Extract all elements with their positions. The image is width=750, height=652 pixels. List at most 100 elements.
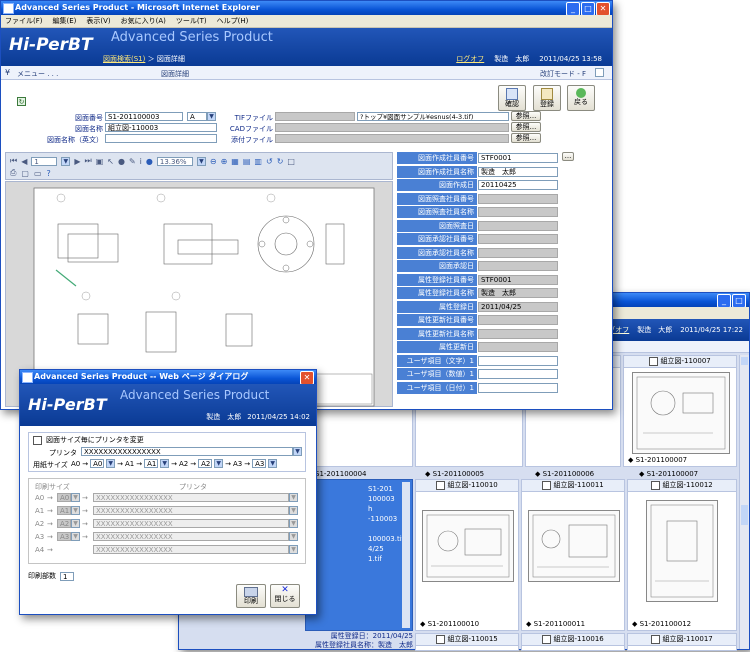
refresh-icon[interactable]: ↻: [17, 97, 26, 106]
fullscreen-icon[interactable]: □: [287, 157, 295, 166]
menu-tools[interactable]: ツール(T): [176, 16, 207, 26]
tif-browse-button[interactable]: 参照...: [511, 111, 541, 121]
tif-path-field[interactable]: ?トップ¥図面サンプル¥esnus(4-3.tif): [357, 112, 509, 121]
drawing-thumbnail[interactable]: [646, 500, 718, 602]
maximize-icon[interactable]: □: [732, 294, 746, 308]
paper-a3-select[interactable]: A3: [252, 459, 267, 468]
chevron-down-icon[interactable]: ▼: [160, 459, 170, 468]
minimize-icon[interactable]: _: [717, 294, 731, 308]
drawing-thumbnail[interactable]: [632, 372, 730, 454]
close-icon[interactable]: ✕: [596, 2, 610, 16]
next-page-icon[interactable]: ▶: [74, 157, 80, 166]
menu-favorites[interactable]: お気に入り(A): [121, 16, 166, 26]
breadcrumb-link[interactable]: 図面検索(S1): [103, 55, 145, 63]
selected-item-detail[interactable]: S1-201 100003 h -110003 100003.tif 4/25 …: [305, 479, 413, 631]
info-icon[interactable]: i: [140, 157, 142, 166]
drawing-thumbnail[interactable]: [422, 510, 514, 582]
zoom-field[interactable]: 13.36%: [156, 156, 193, 166]
page-number-field[interactable]: 1: [31, 156, 58, 166]
menu-file[interactable]: ファイル(F): [5, 16, 43, 26]
attribute-value[interactable]: [478, 382, 558, 393]
chevron-down-icon[interactable]: ▼: [207, 112, 216, 121]
attach-browse-button[interactable]: 参照...: [511, 133, 541, 143]
cell-checkbox[interactable]: [542, 634, 552, 644]
pen-icon[interactable]: ✎: [129, 157, 136, 166]
last-page-icon[interactable]: ⏭: [85, 156, 92, 166]
preview-icon[interactable]: ▢: [21, 169, 29, 178]
cell-checkbox[interactable]: [436, 634, 446, 644]
thumbnail-cell[interactable]: 組立図-110011 ◆ S1-201100011: [521, 479, 625, 631]
paper-a2-select[interactable]: A2: [198, 459, 213, 468]
dialog-titlebar[interactable]: Advanced Series Product -- Web ページ ダイアログ: [20, 370, 316, 384]
pointer-icon[interactable]: ↖: [107, 157, 114, 166]
chevron-down-icon[interactable]: ▼: [293, 447, 302, 456]
detail-scrollbar[interactable]: [402, 482, 410, 628]
menu-edit[interactable]: 編集(E): [53, 16, 77, 26]
thumbnail-cell[interactable]: 組立図-110016: [521, 633, 625, 651]
minimize-icon[interactable]: _: [566, 2, 580, 16]
fit-width-icon[interactable]: ▤: [243, 157, 251, 166]
logout-link[interactable]: ログオフ: [456, 54, 484, 64]
attribute-value[interactable]: STF0001: [478, 153, 558, 163]
first-page-icon[interactable]: ⏮: [10, 156, 17, 166]
drawing-thumbnail[interactable]: [528, 510, 620, 582]
menu-toggle-label[interactable]: メニュー . . .: [17, 69, 58, 79]
change-printer-option[interactable]: 図面サイズ毎にプリンタを変更: [33, 435, 144, 445]
help-icon[interactable]: ?: [47, 169, 51, 178]
main-titlebar[interactable]: Advanced Series Product - Microsoft Inte…: [1, 1, 612, 15]
chevron-down-icon[interactable]: ▼: [61, 156, 71, 166]
cad-browse-button[interactable]: 参照...: [511, 122, 541, 132]
close-button[interactable]: ✕ 閉じる: [270, 584, 300, 608]
paper-a0-select[interactable]: A0: [90, 459, 105, 468]
zoom-icon[interactable]: ●: [146, 157, 153, 166]
cell-checkbox[interactable]: [651, 480, 661, 490]
vertical-scrollbar[interactable]: [739, 355, 749, 649]
register-button[interactable]: 登録: [533, 85, 561, 111]
attribute-value[interactable]: 20110425: [478, 180, 558, 190]
drawing-name-field[interactable]: 組立図-110003: [105, 123, 217, 132]
zoom-in-icon[interactable]: ⊕: [221, 157, 228, 166]
rotate-right-icon[interactable]: ↻: [277, 157, 284, 166]
rotate-left-icon[interactable]: ↺: [266, 157, 273, 166]
print-icon[interactable]: ⎙: [10, 168, 16, 178]
print-button[interactable]: 印刷: [236, 584, 266, 608]
chevron-down-icon[interactable]: ▼: [268, 459, 278, 468]
chevron-down-icon[interactable]: ▼: [214, 459, 224, 468]
save-icon[interactable]: ▣: [96, 157, 104, 166]
revision-select[interactable]: A: [187, 112, 207, 121]
thumbnail-cell[interactable]: 組立図-110015: [415, 633, 519, 651]
attribute-value[interactable]: [478, 355, 558, 366]
thumbnail-cell[interactable]: 組立図-110017: [627, 633, 737, 651]
chevron-down-icon[interactable]: ▼: [106, 459, 116, 468]
menu-view[interactable]: 表示(V): [86, 16, 110, 26]
fit-page-icon[interactable]: ▦: [231, 157, 239, 166]
drawing-name-en-field[interactable]: [105, 134, 217, 143]
change-printer-checkbox[interactable]: [33, 435, 42, 445]
mode-icon[interactable]: [595, 68, 604, 77]
chevron-down-icon[interactable]: ▼: [196, 156, 206, 166]
menu-help[interactable]: ヘルプ(H): [217, 16, 249, 26]
cell-checkbox[interactable]: [436, 480, 446, 490]
confirm-button[interactable]: 確認: [498, 85, 526, 111]
drawing-no-field[interactable]: S1-201100003: [105, 112, 183, 121]
cell-checkbox[interactable]: [651, 634, 661, 644]
thumbnail-cell[interactable]: 組立図-110007 ◆ S1-201100007: [623, 355, 737, 467]
fit-height-icon[interactable]: ▥: [254, 157, 262, 166]
copies-field[interactable]: 1: [60, 571, 74, 581]
back-button[interactable]: 戻る: [567, 85, 595, 111]
paper-a1-select[interactable]: A1: [144, 459, 159, 468]
cell-checkbox[interactable]: [542, 480, 552, 490]
printer-select[interactable]: XXXXXXXXXXXXXXXX: [81, 447, 293, 456]
attribute-value[interactable]: 製造 太郎: [478, 166, 558, 177]
thumbnail-cell[interactable]: 組立図-110010 ◆ S1-201100010: [415, 479, 519, 631]
attribute-value[interactable]: [478, 369, 558, 379]
maximize-icon[interactable]: □: [581, 2, 595, 16]
zoom-out-icon[interactable]: ⊖: [210, 157, 217, 166]
cell-checkbox[interactable]: [649, 356, 659, 366]
prev-page-icon[interactable]: ◀: [21, 157, 27, 166]
staff-lookup-button[interactable]: ...: [562, 152, 574, 161]
thumbnail-cell[interactable]: 組立図-110012 ◆ S1-201100012: [627, 479, 737, 631]
stamp-icon[interactable]: ●: [118, 157, 125, 166]
frame-icon[interactable]: ▭: [34, 169, 42, 178]
close-icon[interactable]: ✕: [300, 371, 314, 385]
